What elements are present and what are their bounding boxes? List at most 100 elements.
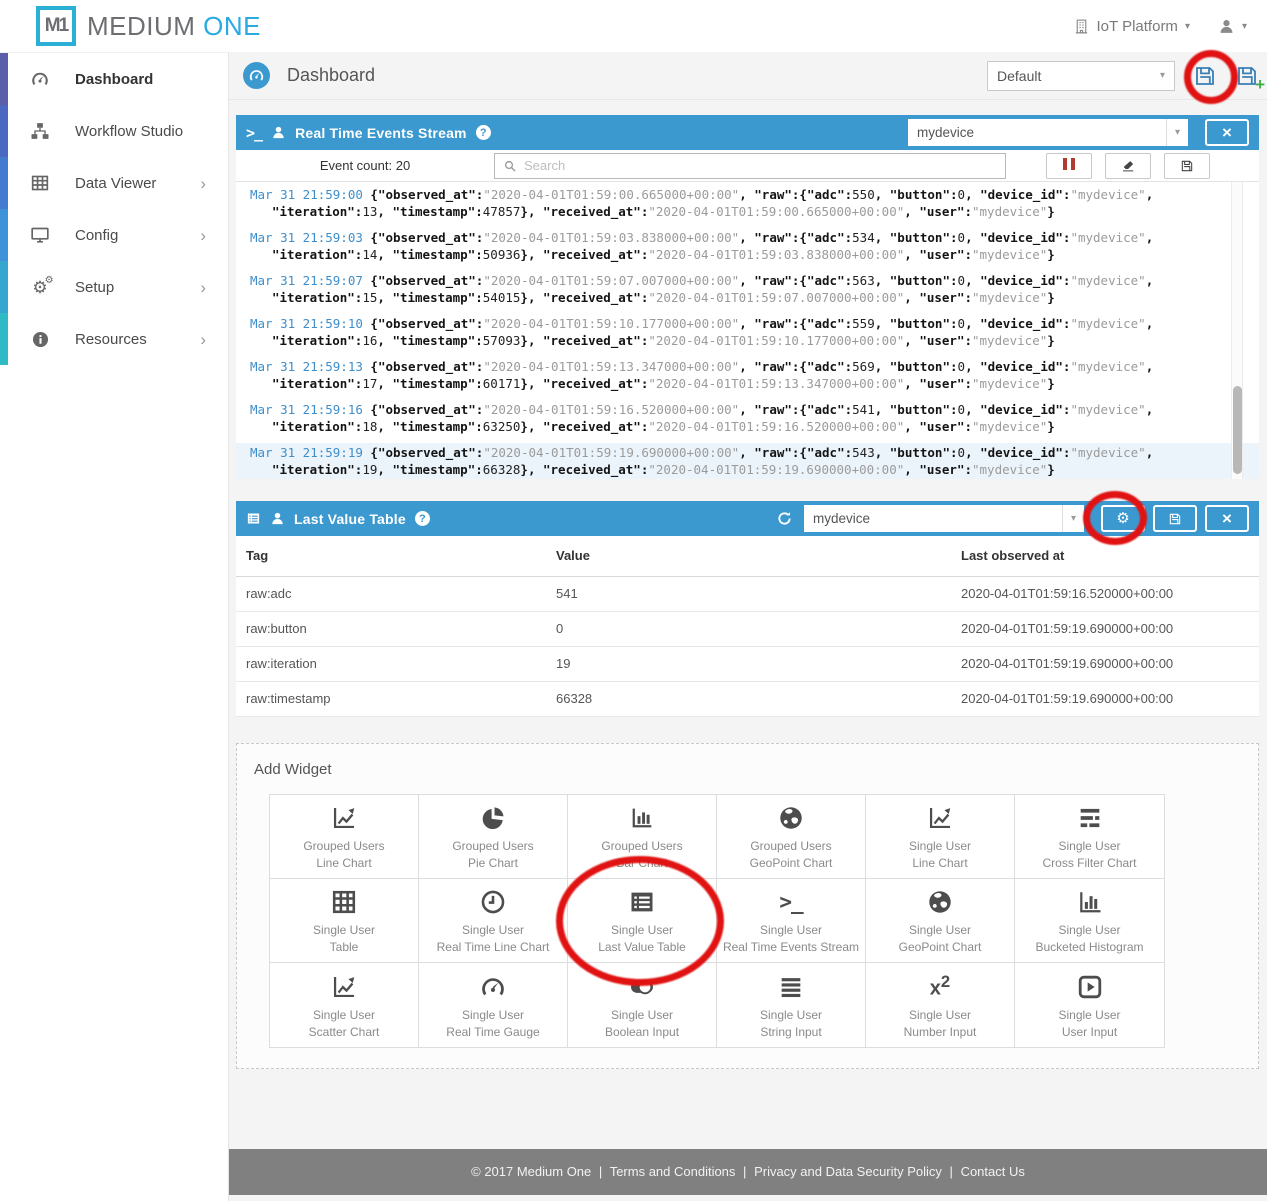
main-content: Dashboard Default ▾ + >_ Real Time Event… (228, 52, 1267, 1201)
log-entry: Mar 31 21:59:07 {"observed_at":"2020-04-… (236, 271, 1259, 309)
real-time-events-stream-widget: >_ Real Time Events Stream ? mydevice ▾ … (236, 115, 1259, 479)
sidebar-item-setup[interactable]: ⚙⚙Setup› (0, 261, 228, 313)
user-menu[interactable]: ▾ (1218, 18, 1247, 35)
widget-option-name: Number Input (904, 1024, 977, 1041)
widget-option-single-user-scatter-chart[interactable]: Single UserScatter Chart (270, 963, 419, 1047)
close-icon: × (1222, 124, 1232, 141)
sidebar-item-resources[interactable]: Resources› (0, 313, 228, 365)
platform-menu[interactable]: IoT Platform ▾ (1073, 18, 1190, 35)
dashboard-select[interactable]: Default ▾ (987, 61, 1175, 91)
footer-link-privacy-and-data-security-policy[interactable]: Privacy and Data Security Policy (754, 1164, 942, 1179)
save-dashboard-button[interactable] (1193, 64, 1217, 88)
topbar: M1 MEDIUM ONE IoT Platform ▾ ▾ (0, 0, 1267, 52)
events-log: Mar 31 21:59:00 {"observed_at":"2020-04-… (236, 182, 1259, 479)
column-header-tag: Tag (236, 536, 546, 576)
widget-option-name: User Input (1062, 1024, 1117, 1041)
widget-settings-button[interactable]: ⚙ (1101, 505, 1145, 532)
widget-option-group: Single User (909, 922, 971, 939)
save-widget-button[interactable] (1153, 505, 1197, 532)
widget-option-name: GeoPoint Chart (750, 855, 833, 872)
footer-link-contact-us[interactable]: Contact Us (961, 1164, 1025, 1179)
log-scrollbar-thumb[interactable] (1233, 386, 1242, 474)
sitemap-icon (29, 121, 51, 141)
scatter-chart-icon (330, 971, 358, 1003)
sidebar-item-data-viewer[interactable]: Data Viewer› (0, 157, 228, 209)
column-header-last-observed-at: Last observed at (951, 536, 1259, 576)
sidebar-accent-strip (0, 105, 8, 157)
widget-option-single-user-user-input[interactable]: Single UserUser Input (1015, 963, 1164, 1047)
log-timestamp: Mar 31 21:59:19 (250, 445, 363, 460)
globe-icon (777, 802, 805, 834)
close-widget-button[interactable]: × (1205, 119, 1249, 146)
search-input[interactable] (524, 158, 997, 173)
widget-option-single-user-real-time-events-stream[interactable]: >_Single UserReal Time Events Stream (717, 879, 866, 963)
save-as-new-dashboard-button[interactable]: + (1235, 64, 1259, 88)
sidebar-item-workflow-studio[interactable]: Workflow Studio (0, 105, 228, 157)
widget-option-name: Line Chart (316, 855, 371, 872)
event-count: Event count: 20 (236, 158, 494, 173)
chevron-right-icon: › (200, 279, 206, 296)
widget-option-grouped-users-geopoint-chart[interactable]: Grouped UsersGeoPoint Chart (717, 795, 866, 879)
sidebar-accent-strip (0, 157, 8, 209)
widget-option-single-user-string-input[interactable]: Single UserString Input (717, 963, 866, 1047)
widget-option-single-user-real-time-line-chart[interactable]: Single UserReal Time Line Chart (419, 879, 568, 963)
close-widget-button[interactable]: × (1205, 505, 1249, 532)
widget-option-group: Single User (462, 1007, 524, 1024)
line-chart-icon (926, 802, 954, 834)
widget-option-single-user-bucketed-histogram[interactable]: Single UserBucketed Histogram (1015, 879, 1164, 963)
widget-option-grouped-users-bar-chart[interactable]: Grouped UsersBar Chart (568, 795, 717, 879)
widget-option-single-user-boolean-input[interactable]: Single UserBoolean Input (568, 963, 717, 1047)
user-icon (271, 125, 286, 140)
clear-button[interactable] (1105, 153, 1151, 179)
footer-link-terms-and-conditions[interactable]: Terms and Conditions (610, 1164, 736, 1179)
widget-option-single-user-geopoint-chart[interactable]: Single UserGeoPoint Chart (866, 879, 1015, 963)
device-select[interactable]: mydevice ▾ (908, 119, 1188, 146)
widget-option-name: Last Value Table (598, 939, 686, 956)
monitor-icon (29, 225, 51, 245)
gauge-icon (479, 971, 507, 1003)
widget-option-name: Bar Chart (616, 855, 667, 872)
eraser-icon (1121, 159, 1135, 173)
widget-option-group: Single User (1058, 838, 1120, 855)
widget-option-name: Scatter Chart (309, 1024, 380, 1041)
widget-option-name: GeoPoint Chart (899, 939, 982, 956)
save-events-button[interactable] (1164, 153, 1210, 179)
sidebar-accent-strip (0, 261, 8, 313)
device-select[interactable]: mydevice ▾ (804, 505, 1084, 532)
widget-option-name: String Input (760, 1024, 821, 1041)
widget-option-group: Grouped Users (303, 838, 384, 855)
sidebar-accent-strip (0, 209, 8, 261)
log-entry: Mar 31 21:59:03 {"observed_at":"2020-04-… (236, 228, 1259, 266)
help-icon[interactable]: ? (415, 511, 430, 526)
help-icon[interactable]: ? (476, 125, 491, 140)
widget-option-group: Single User (611, 1007, 673, 1024)
brand-logo[interactable]: M1 MEDIUM ONE (36, 6, 261, 46)
widget-option-single-user-last-value-table[interactable]: Single UserLast Value Table (568, 879, 717, 963)
widget-option-single-user-line-chart[interactable]: Single UserLine Chart (866, 795, 1015, 879)
lines-icon (777, 971, 805, 1003)
widget-gallery: Grouped UsersLine ChartGrouped UsersPie … (269, 794, 1165, 1048)
table-row: raw:iteration192020-04-01T01:59:19.69000… (236, 646, 1259, 681)
widget-option-single-user-table[interactable]: Single UserTable (270, 879, 419, 963)
list-table-icon (246, 511, 261, 526)
caret-down-icon: ▾ (1160, 70, 1165, 81)
clock-icon (479, 886, 507, 918)
widget-title: Real Time Events Stream (295, 125, 467, 141)
sidebar-item-config[interactable]: Config› (0, 209, 228, 261)
widget-option-grouped-users-line-chart[interactable]: Grouped UsersLine Chart (270, 795, 419, 879)
widget-option-single-user-number-input[interactable]: x2Single UserNumber Input (866, 963, 1015, 1047)
globe-icon (926, 886, 954, 918)
widget-option-grouped-users-pie-chart[interactable]: Grouped UsersPie Chart (419, 795, 568, 879)
widget-option-name: Pie Chart (468, 855, 518, 872)
widget-option-name: Real Time Line Chart (437, 939, 550, 956)
chevron-right-icon: › (200, 331, 206, 348)
widget-option-single-user-real-time-gauge[interactable]: Single UserReal Time Gauge (419, 963, 568, 1047)
widget-option-group: Single User (1058, 1007, 1120, 1024)
widget-option-single-user-cross-filter-chart[interactable]: Single UserCross Filter Chart (1015, 795, 1164, 879)
sidebar-item-dashboard[interactable]: Dashboard (0, 53, 228, 105)
log-scrollbar[interactable] (1231, 182, 1243, 479)
refresh-icon[interactable] (776, 510, 793, 527)
pause-button[interactable] (1046, 153, 1092, 179)
pause-icon (1061, 157, 1077, 175)
add-widget-panel: Add Widget Grouped UsersLine ChartGroupe… (236, 743, 1259, 1069)
